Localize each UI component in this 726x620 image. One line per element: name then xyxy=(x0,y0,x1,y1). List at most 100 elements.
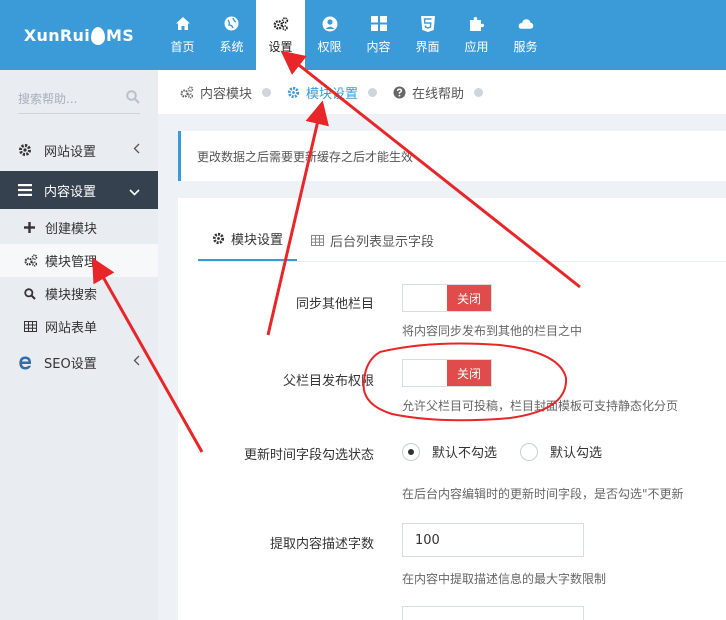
radio-circle xyxy=(520,442,538,461)
crumb-separator xyxy=(262,87,272,97)
crumb-module-settings[interactable]: 模块设置 xyxy=(287,83,385,102)
table-icon xyxy=(24,321,38,332)
search-icon xyxy=(24,287,38,300)
top-nav: 首页 系统 设置 权限 内容 界面 应用 服务 xyxy=(158,0,550,70)
nav-interface[interactable]: 界面 xyxy=(403,0,452,70)
gear-icon xyxy=(287,86,300,99)
globe-icon xyxy=(224,16,240,32)
nav-system[interactable]: 系统 xyxy=(207,0,256,70)
breadcrumb: 内容模块 模块设置 在线帮助 xyxy=(158,70,726,114)
tab-bar: 模块设置 后台列表显示字段 xyxy=(198,218,448,262)
radio-default-checked[interactable]: 默认勾选 xyxy=(520,442,602,461)
sidebar-item-label: 模块搜索 xyxy=(45,288,98,303)
sync-toggle[interactable]: 关闭 xyxy=(402,284,492,312)
nav-settings[interactable]: 设置 xyxy=(256,0,305,70)
logo[interactable]: XunRui MS xyxy=(0,0,158,70)
sidebar-item-label: SEO设置 xyxy=(44,356,97,372)
chevron-left-icon xyxy=(133,355,140,370)
sidebar-sub-site-form[interactable]: 网站表单 xyxy=(0,310,158,343)
info-note: 更改数据之后需要更新缓存之后才能生效 xyxy=(178,131,726,181)
sidebar-item-label: 内容设置 xyxy=(44,184,97,200)
nav-content[interactable]: 内容 xyxy=(354,0,403,70)
sidebar-item-site-settings[interactable]: 网站设置 xyxy=(0,131,158,169)
gear-icon xyxy=(212,232,225,245)
radio-label: 默认勾选 xyxy=(550,446,603,461)
crumb-online-help[interactable]: 在线帮助 xyxy=(393,83,491,102)
sidebar-sub-module-manage[interactable]: 模块管理 xyxy=(0,244,158,277)
tab-divider xyxy=(198,261,726,262)
sidebar-item-content-settings[interactable]: 内容设置 xyxy=(0,171,158,209)
sidebar-search xyxy=(18,84,140,114)
desc-length-help: 在内容中提取描述信息的最大字数限制 xyxy=(402,572,607,586)
nav-label: 服务 xyxy=(513,39,538,54)
nav-label: 设置 xyxy=(268,39,293,54)
parent-permission-help: 允许父栏目可投稿，栏目封面模板可支持静态化分页 xyxy=(402,399,679,413)
info-note-text: 更改数据之后需要更新缓存之后才能生效 xyxy=(197,149,414,164)
nav-service[interactable]: 服务 xyxy=(501,0,550,70)
desc-length-label: 提取内容描述字数 xyxy=(269,537,374,552)
nav-permission[interactable]: 权限 xyxy=(305,0,354,70)
toggle-handle xyxy=(403,285,447,311)
gear-icon xyxy=(18,143,34,157)
crumb-label: 模块设置 xyxy=(306,86,359,102)
crumb-separator xyxy=(474,87,484,97)
home-icon xyxy=(175,16,191,32)
nav-label: 系统 xyxy=(219,39,244,54)
sidebar-item-label: 网站设置 xyxy=(44,144,97,160)
logo-text-right: MS xyxy=(106,25,135,45)
cloud-icon xyxy=(518,16,534,32)
crumb-content-module[interactable]: 内容模块 xyxy=(180,83,279,102)
radio-default-unchecked[interactable]: 默认不勾选 xyxy=(402,442,497,461)
toggle-state-label: 关闭 xyxy=(447,360,491,386)
crumb-separator xyxy=(368,87,378,97)
nav-home[interactable]: 首页 xyxy=(158,0,207,70)
question-circle-icon xyxy=(393,86,406,99)
gears-icon xyxy=(180,85,194,99)
nav-label: 应用 xyxy=(464,39,489,54)
toggle-handle xyxy=(403,360,447,386)
user-circle-icon xyxy=(322,16,338,32)
parent-permission-toggle[interactable]: 关闭 xyxy=(402,359,492,387)
ie-icon xyxy=(18,355,34,370)
sidebar-item-seo-settings[interactable]: SEO设置 xyxy=(0,343,158,381)
nav-label: 内容 xyxy=(366,39,391,54)
parent-permission-label: 父栏目发布权限 xyxy=(282,374,374,389)
top-bar: XunRui MS 首页 系统 设置 权限 内容 界面 应用 服务 xyxy=(0,0,726,70)
table-icon xyxy=(311,234,325,246)
gears-icon xyxy=(24,254,38,267)
crumb-label: 在线帮助 xyxy=(412,86,465,102)
sidebar-item-label: 创建模块 xyxy=(45,222,98,237)
radio-label: 默认不勾选 xyxy=(432,446,498,461)
nav-apps[interactable]: 应用 xyxy=(452,0,501,70)
radio-circle xyxy=(402,442,420,461)
update-time-label: 更新时间字段勾选状态 xyxy=(243,448,374,463)
nav-label: 权限 xyxy=(317,39,342,54)
toggle-state-label: 关闭 xyxy=(447,285,491,311)
menu-bars-icon xyxy=(18,184,34,196)
search-icon[interactable] xyxy=(126,89,140,108)
tab-list-fields[interactable]: 后台列表显示字段 xyxy=(297,218,448,262)
search-input[interactable] xyxy=(18,91,114,106)
sync-help: 将内容同步发布到其他的栏目之中 xyxy=(402,324,583,338)
puzzle-icon xyxy=(469,16,485,32)
sidebar-item-label: 模块管理 xyxy=(45,255,98,270)
sync-label: 同步其他栏目 xyxy=(295,297,374,312)
desc-length-input[interactable] xyxy=(402,523,584,557)
chevron-left-icon xyxy=(133,143,140,158)
plus-icon xyxy=(24,222,38,233)
chevron-down-icon xyxy=(129,185,140,200)
gears-icon xyxy=(273,16,289,32)
nav-label: 界面 xyxy=(415,39,440,54)
sidebar-item-label: 网站表单 xyxy=(45,321,98,336)
logo-drop-icon xyxy=(91,27,106,45)
next-field-input[interactable] xyxy=(402,606,584,620)
grid-icon xyxy=(370,16,387,32)
sidebar-sub-create-module[interactable]: 创建模块 xyxy=(0,211,158,244)
tab-module-settings[interactable]: 模块设置 xyxy=(198,218,298,262)
sidebar-sub-module-search[interactable]: 模块搜索 xyxy=(0,277,158,310)
update-time-help: 在后台内容编辑时的更新时间字段，是否勾选"不更新 xyxy=(402,487,684,501)
logo-text-left: XunRui xyxy=(23,25,91,45)
crumb-label: 内容模块 xyxy=(200,86,253,102)
sidebar: 网站设置 内容设置 创建模块 模块管理 模块搜索 网站表单 SEO设置 xyxy=(0,70,158,620)
html5-icon xyxy=(420,15,436,32)
